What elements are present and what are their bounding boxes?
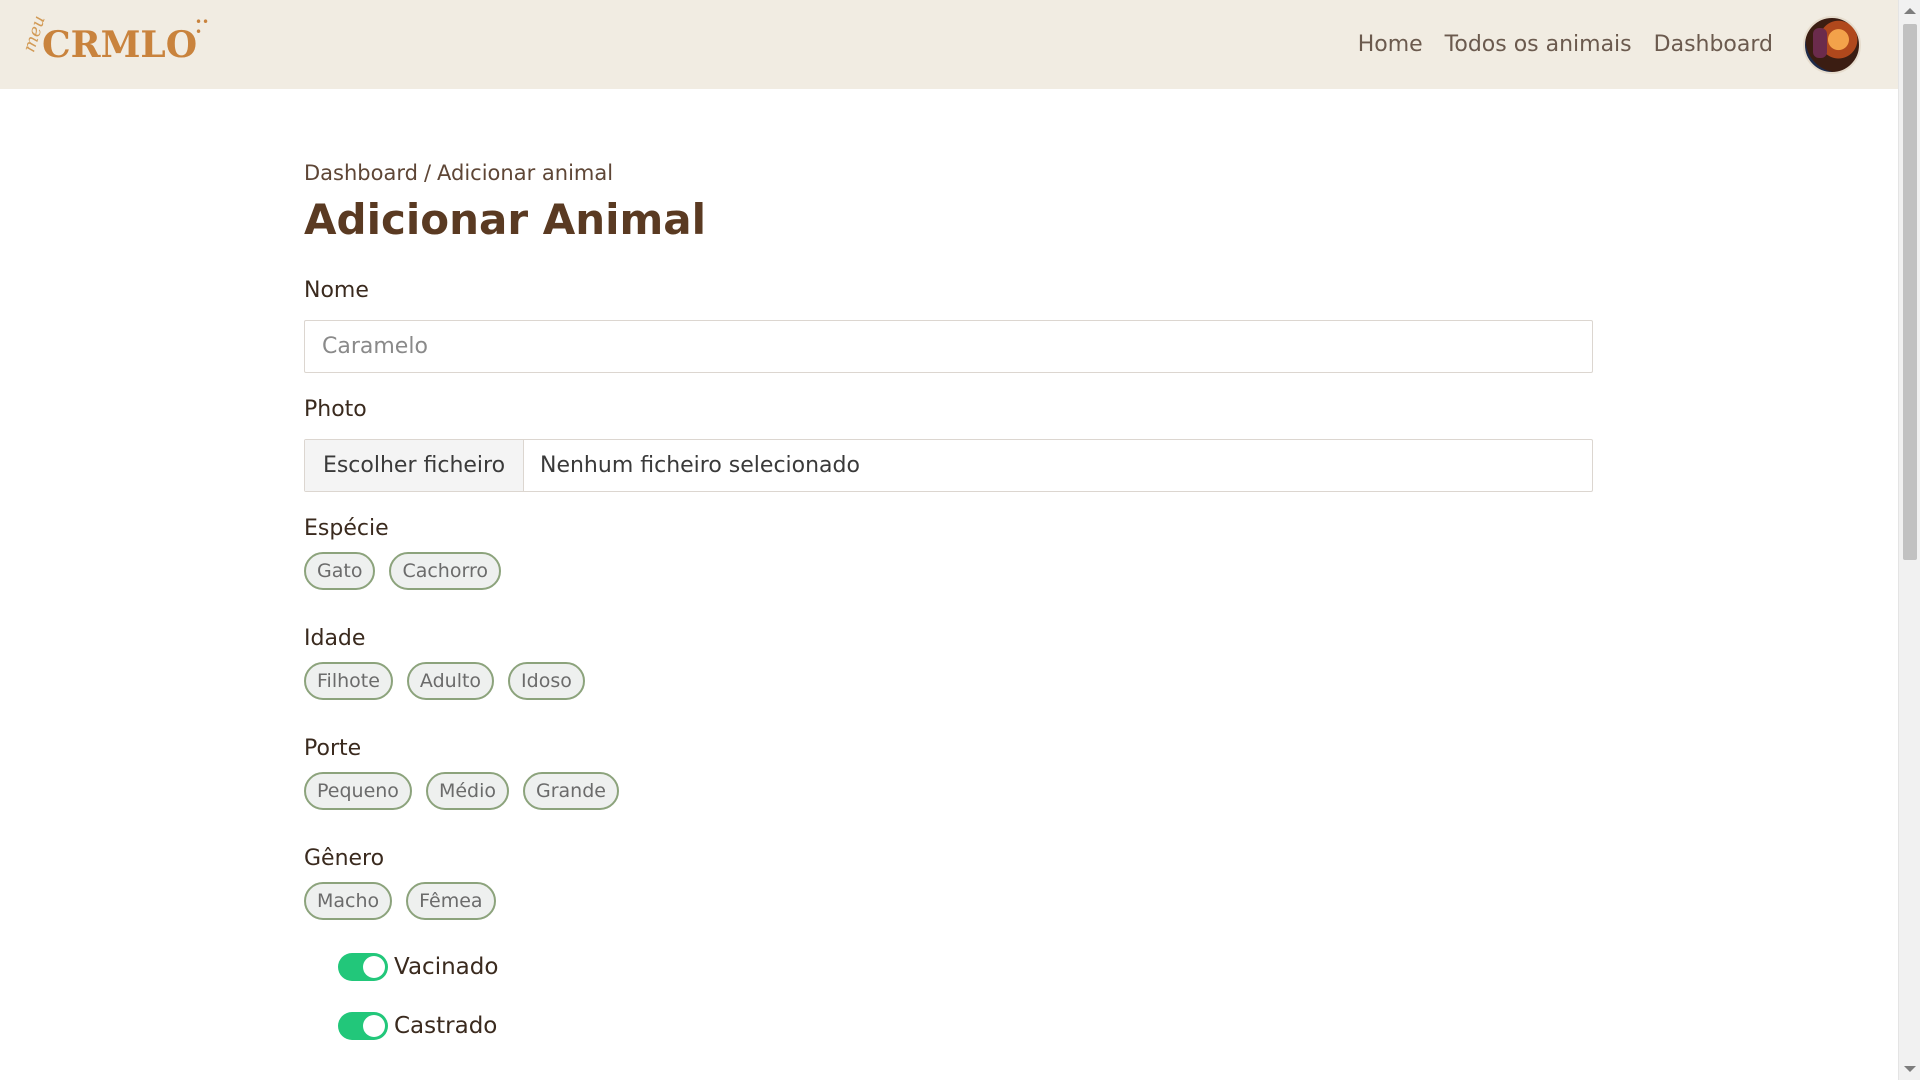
page-title: Adicionar Animal xyxy=(304,195,706,244)
nome-input[interactable] xyxy=(304,320,1593,373)
idade-label: Idade xyxy=(304,626,366,651)
castrado-row: Castrado xyxy=(304,1009,1593,1043)
genero-label: Gênero xyxy=(304,846,385,871)
chip-idoso[interactable]: Idoso xyxy=(508,662,585,700)
nome-label: Nome xyxy=(304,278,369,303)
especie-options: Gato Cachorro xyxy=(304,552,1593,590)
chip-grande[interactable]: Grande xyxy=(522,772,619,810)
chip-femea[interactable]: Fêmea xyxy=(406,882,496,920)
breadcrumb-dashboard[interactable]: Dashboard xyxy=(304,161,418,185)
choose-file-button[interactable]: Escolher ficheiro xyxy=(305,440,524,491)
nav-link-home[interactable]: Home xyxy=(1358,32,1423,57)
porte-label: Porte xyxy=(304,736,362,761)
top-navbar: meu CRMLO •• • Home Todos os animais Dash… xyxy=(0,0,1898,89)
logo-prefix: meu xyxy=(19,12,50,55)
nav-links: Home Todos os animais Dashboard xyxy=(1336,32,1773,57)
scroll-down-arrow-icon[interactable] xyxy=(1904,1066,1916,1072)
scroll-thumb[interactable] xyxy=(1903,24,1917,560)
chip-filhote[interactable]: Filhote xyxy=(304,662,393,700)
nav-link-todos-animais[interactable]: Todos os animais xyxy=(1445,32,1632,57)
breadcrumb: Dashboard / Adicionar animal xyxy=(304,158,1593,188)
breadcrumb-separator: / xyxy=(423,161,432,185)
logo-text: CRMLO xyxy=(42,23,198,66)
page: meu CRMLO •• • Home Todos os animais Dash… xyxy=(0,0,1920,1080)
chip-pequeno[interactable]: Pequeno xyxy=(304,772,412,810)
chip-adulto[interactable]: Adulto xyxy=(406,662,495,700)
logo[interactable]: meu CRMLO •• • xyxy=(19,12,209,75)
avatar[interactable] xyxy=(1803,15,1861,74)
vacinado-row: Vacinado xyxy=(304,950,1593,984)
vacinado-toggle[interactable] xyxy=(338,953,388,981)
breadcrumb-current: Adicionar animal xyxy=(437,161,614,185)
especie-label: Espécie xyxy=(304,516,389,541)
chip-medio[interactable]: Médio xyxy=(425,772,509,810)
vacinado-label: Vacinado xyxy=(394,954,499,980)
porte-options: Pequeno Médio Grande xyxy=(304,772,1593,810)
paw-icon: •• • xyxy=(194,14,210,39)
chip-macho[interactable]: Macho xyxy=(304,882,393,920)
scrollbar[interactable] xyxy=(1898,0,1920,1080)
main-content: Dashboard / Adicionar animal Adicionar Ani… xyxy=(304,158,1593,1043)
idade-options: Filhote Adulto Idoso xyxy=(304,662,1593,700)
chip-gato[interactable]: Gato xyxy=(304,552,376,590)
photo-label: Photo xyxy=(304,397,367,422)
genero-options: Macho Fêmea xyxy=(304,882,1593,920)
photo-file-input[interactable]: Escolher ficheiro Nenhum ficheiro seleci… xyxy=(304,439,1593,492)
file-status: Nenhum ficheiro selecionado xyxy=(540,453,860,478)
castrado-toggle[interactable] xyxy=(338,1012,388,1040)
nav-link-dashboard[interactable]: Dashboard xyxy=(1654,32,1773,57)
chip-cachorro[interactable]: Cachorro xyxy=(389,552,501,590)
scroll-up-arrow-icon[interactable] xyxy=(1904,8,1916,14)
castrado-label: Castrado xyxy=(394,1013,498,1039)
